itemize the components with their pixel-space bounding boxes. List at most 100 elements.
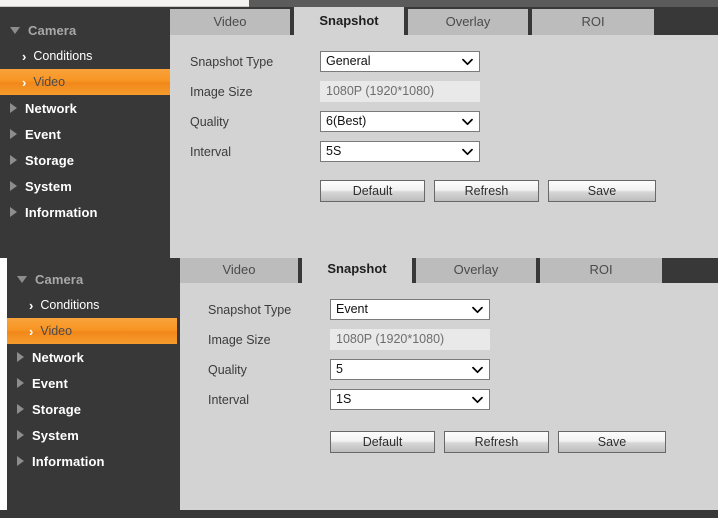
chevron-right-icon: ›: [29, 323, 34, 339]
sidebar-item-network[interactable]: Network: [0, 95, 170, 121]
save-button[interactable]: Save: [548, 180, 656, 202]
sidebar-item-label: Conditions: [40, 298, 100, 312]
select-value: Event: [336, 302, 368, 316]
tab-bar-1: Video Snapshot Overlay ROI: [170, 7, 718, 35]
chevron-right-icon: ›: [29, 297, 34, 313]
chevron-down-icon[interactable]: [462, 52, 473, 71]
sidebar-item-label: Conditions: [33, 49, 93, 63]
form-buttons-2: Default Refresh Save: [180, 419, 718, 453]
triangle-right-icon: [10, 129, 17, 139]
sidebar-item-storage[interactable]: Storage: [0, 147, 170, 173]
form-row-image-size: Image Size 1080P (1920*1080): [180, 329, 718, 350]
triangle-right-icon: [10, 103, 17, 113]
sidebar-item-label: Information: [32, 453, 105, 469]
form-row-quality: Quality 6(Best): [170, 111, 718, 132]
field-label: Interval: [208, 392, 249, 407]
sidebar-nav-2: Camera › Conditions › Video Network Event Stora…: [7, 258, 191, 510]
tab-snapshot[interactable]: Snapshot: [294, 7, 404, 35]
quality-select[interactable]: 6(Best): [320, 111, 480, 132]
triangle-right-icon: [17, 378, 24, 388]
refresh-button[interactable]: Refresh: [434, 180, 539, 202]
tab-video[interactable]: Video: [180, 258, 298, 283]
field-control-wrap: 1080P (1920*1080): [330, 329, 490, 350]
select-value: 6(Best): [326, 114, 367, 128]
form-buttons-1: Default Refresh Save: [170, 171, 718, 202]
sidebar-item-video[interactable]: › Video: [0, 69, 170, 95]
sidebar-item-system[interactable]: System: [0, 173, 170, 199]
save-button[interactable]: Save: [558, 431, 666, 453]
default-button[interactable]: Default: [320, 180, 425, 202]
select-value: 5S: [326, 144, 342, 158]
form-row-interval: Interval 1S: [180, 389, 718, 410]
tab-roi[interactable]: ROI: [540, 258, 662, 283]
chevron-down-icon[interactable]: [472, 360, 483, 379]
sidebar-item-event[interactable]: Event: [0, 121, 170, 147]
tab-snapshot[interactable]: Snapshot: [302, 258, 412, 283]
snapshot-form-2: Snapshot Type Event Image Size 1080P (1920*…: [180, 283, 718, 510]
triangle-right-icon: [17, 352, 24, 362]
sidebar-item-event[interactable]: Event: [7, 370, 191, 396]
tab-video[interactable]: Video: [170, 9, 290, 35]
image-size-readonly: 1080P (1920*1080): [320, 81, 480, 102]
window-top-strip: [0, 0, 718, 7]
sidebar-item-information[interactable]: Information: [7, 448, 191, 474]
triangle-down-icon: [17, 275, 27, 283]
sidebar-item-information[interactable]: Information: [0, 199, 170, 225]
settings-panel-event: Camera › Conditions › Video Network Event Stora…: [0, 258, 718, 518]
form-rows-2: Snapshot Type Event Image Size 1080P (1920*…: [180, 283, 718, 410]
sidebar-item-label: System: [25, 178, 72, 194]
interval-select[interactable]: 5S: [320, 141, 480, 162]
sidebar-item-storage[interactable]: Storage: [7, 396, 191, 422]
form-row-interval: Interval 5S: [170, 141, 718, 162]
triangle-right-icon: [10, 181, 17, 191]
chevron-right-icon: ›: [22, 48, 27, 64]
sidebar-item-conditions[interactable]: › Conditions: [0, 43, 170, 69]
field-label: Snapshot Type: [208, 302, 292, 317]
sidebar-item-video[interactable]: › Video: [7, 318, 177, 344]
sidebar-item-label: Storage: [25, 152, 75, 168]
tab-roi[interactable]: ROI: [532, 9, 654, 35]
sidebar-item-label: Information: [25, 204, 98, 220]
triangle-down-icon: [10, 26, 20, 34]
interval-select[interactable]: 1S: [330, 389, 490, 410]
panel-left-margin: [0, 258, 7, 510]
field-label: Quality: [190, 114, 229, 129]
content-area-1: Video Snapshot Overlay ROI Snapshot Type Gen…: [170, 7, 718, 258]
snapshot-type-select[interactable]: General: [320, 51, 480, 72]
sidebar-item-label: Camera: [35, 271, 84, 287]
sidebar-item-label: System: [32, 427, 79, 443]
sidebar-item-label: Video: [33, 75, 66, 89]
select-value: General: [326, 54, 371, 68]
sidebar-item-label: Video: [40, 324, 73, 338]
form-row-snapshot-type: Snapshot Type Event: [180, 299, 718, 320]
window-title-strip: [0, 0, 249, 7]
sidebar-item-network[interactable]: Network: [7, 344, 191, 370]
field-control-wrap: 5S: [320, 141, 480, 162]
snapshot-type-select[interactable]: Event: [330, 299, 490, 320]
triangle-right-icon: [10, 155, 17, 165]
sidebar-item-label: Network: [32, 349, 84, 365]
quality-select[interactable]: 5: [330, 359, 490, 380]
sidebar-item-camera[interactable]: Camera: [7, 266, 191, 292]
chevron-down-icon[interactable]: [462, 112, 473, 131]
image-size-readonly: 1080P (1920*1080): [330, 329, 490, 350]
chevron-down-icon[interactable]: [472, 390, 483, 409]
refresh-button[interactable]: Refresh: [444, 431, 549, 453]
sidebar-item-conditions[interactable]: › Conditions: [7, 292, 191, 318]
field-label: Interval: [190, 144, 231, 159]
chevron-down-icon[interactable]: [472, 300, 483, 319]
default-button[interactable]: Default: [330, 431, 435, 453]
snapshot-form-1: Snapshot Type General Image Size 1080P (192…: [170, 35, 718, 258]
field-label: Quality: [208, 362, 247, 377]
triangle-right-icon: [17, 404, 24, 414]
sidebar-item-camera[interactable]: Camera: [0, 17, 170, 43]
field-label: Snapshot Type: [190, 54, 274, 69]
tab-bar-2: Video Snapshot Overlay ROI: [180, 258, 718, 283]
tab-overlay[interactable]: Overlay: [408, 9, 528, 35]
sidebar-item-system[interactable]: System: [7, 422, 191, 448]
field-control-wrap: 1080P (1920*1080): [320, 81, 480, 102]
tab-overlay[interactable]: Overlay: [416, 258, 536, 283]
field-label: Image Size: [190, 84, 253, 99]
form-rows-1: Snapshot Type General Image Size 1080P (192…: [170, 35, 718, 162]
chevron-down-icon[interactable]: [462, 142, 473, 161]
